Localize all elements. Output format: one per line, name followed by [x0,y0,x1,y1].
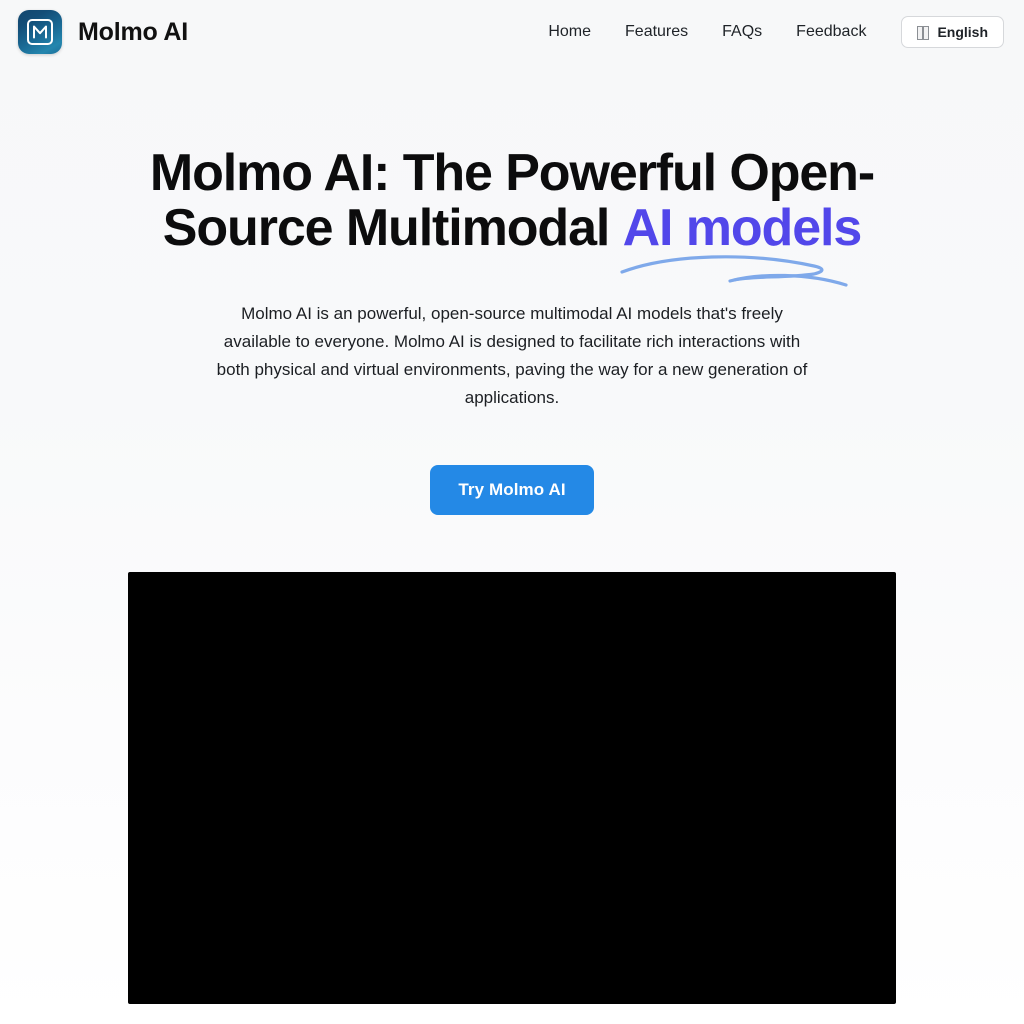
main-navigation: Home Features FAQs Feedback English [531,16,1004,48]
site-header: Molmo AI Home Features FAQs Feedback Eng… [0,0,1024,64]
molmo-logo-icon [18,10,62,54]
try-molmo-ai-button[interactable]: Try Molmo AI [430,465,594,516]
nav-item-faqs[interactable]: FAQs [705,16,779,47]
language-switcher-button[interactable]: English [901,16,1004,48]
brand-name: Molmo AI [78,17,188,46]
brand-logo-link[interactable]: Molmo AI [18,10,188,54]
nav-item-features[interactable]: Features [608,16,705,47]
language-globe-icon [917,26,930,40]
hero-subtitle: Molmo AI is an powerful, open-source mul… [216,304,808,408]
logo-m-mark [27,19,53,45]
hero-cta-row: Try Molmo AI [0,465,1024,516]
language-switcher-label: English [937,24,988,40]
nav-item-home[interactable]: Home [531,16,608,47]
hero-title-accent-wrap: AI models [619,199,863,287]
hero-section: Molmo AI: The Powerful Open-Source Multi… [0,64,1024,1005]
nav-item-feedback[interactable]: Feedback [779,16,883,47]
hero-title-accent: AI models [622,199,863,258]
page-title: Molmo AI: The Powerful Open-Source Multi… [72,145,952,287]
embedded-video-player[interactable] [128,572,896,1005]
